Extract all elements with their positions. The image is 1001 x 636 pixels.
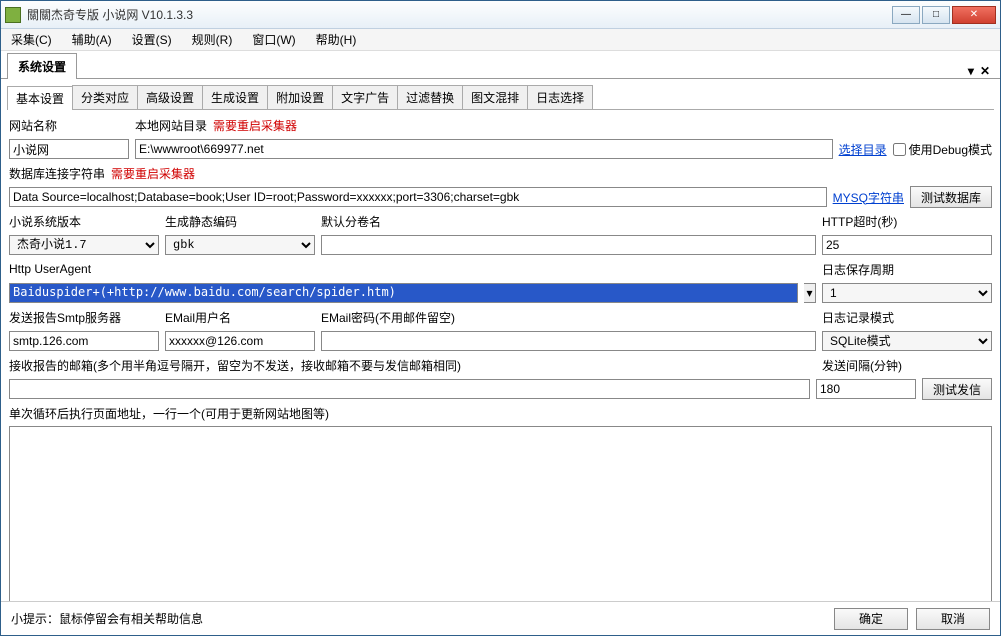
subtab-log[interactable]: 日志选择 (527, 85, 593, 109)
label-restart1: 需要重启采集器 (213, 117, 297, 134)
debug-mode-input[interactable] (893, 143, 906, 156)
subtab-basic[interactable]: 基本设置 (7, 86, 73, 110)
debug-mode-checkbox[interactable]: 使用Debug模式 (893, 141, 992, 158)
debug-mode-label: 使用Debug模式 (909, 141, 992, 158)
menu-window[interactable]: 窗口(W) (248, 29, 299, 50)
select-dir-link[interactable]: 选择目录 (839, 141, 887, 158)
label-email-user: EMail用户名 (165, 309, 315, 326)
label-db-conn: 数据库连接字符串 (9, 165, 105, 182)
test-db-button[interactable]: 测试数据库 (910, 186, 992, 208)
ok-button[interactable]: 确定 (834, 608, 908, 630)
test-send-button[interactable]: 测试发信 (922, 378, 992, 400)
menu-bar: 采集(C) 辅助(A) 设置(S) 规则(R) 窗口(W) 帮助(H) (1, 29, 1000, 51)
close-button[interactable]: ✕ (952, 6, 996, 24)
subtab-textad[interactable]: 文字广告 (332, 85, 398, 109)
label-recv-mail: 接收报告的邮箱(多个用半角逗号隔开，留空为不发送，接收邮箱不要与发信邮箱相同) (9, 359, 461, 373)
label-email-pass: EMail密码(不用邮件留空) (321, 309, 816, 326)
local-dir-input[interactable] (135, 139, 833, 159)
menu-assist[interactable]: 辅助(A) (68, 29, 116, 50)
maximize-button[interactable]: □ (922, 6, 950, 24)
label-gen-enc: 生成静态编码 (165, 213, 315, 230)
cancel-button[interactable]: 取消 (916, 608, 990, 630)
recv-mail-input[interactable] (9, 379, 810, 399)
label-restart2: 需要重启采集器 (111, 165, 195, 182)
label-smtp: 发送报告Smtp服务器 (9, 309, 159, 326)
app-window: 關關杰奇专版 小说网 V10.1.3.3 — □ ✕ 采集(C) 辅助(A) 设… (0, 0, 1001, 636)
smtp-input[interactable] (9, 331, 159, 351)
label-send-interval: 发送间隔(分钟) (822, 359, 902, 373)
bottom-bar: 小提示：鼠标停留会有相关帮助信息 确定 取消 (1, 601, 1000, 635)
label-local-dir: 本地网站目录 (135, 117, 207, 134)
label-http-timeout: HTTP超时(秒) (822, 213, 992, 230)
site-name-input[interactable] (9, 139, 129, 159)
main-tabstrip: 系统设置 ▾ ✕ (1, 53, 1000, 79)
log-mode-select[interactable]: SQLite模式 (822, 331, 992, 351)
email-user-input[interactable] (165, 331, 315, 351)
label-def-vol: 默认分卷名 (321, 213, 816, 230)
subtab-addon[interactable]: 附加设置 (267, 85, 333, 109)
window-buttons: — □ ✕ (892, 6, 996, 24)
label-site-name: 网站名称 (9, 117, 129, 134)
label-loop-url: 单次循环后执行页面地址，一行一个(可用于更新网站地图等) (9, 405, 329, 422)
settings-form: 网站名称 本地网站目录 需要重启采集器 选择目录 (7, 110, 994, 601)
menu-collect[interactable]: 采集(C) (7, 29, 56, 50)
tab-close-icon[interactable]: ✕ (980, 64, 990, 78)
http-timeout-input[interactable] (822, 235, 992, 255)
label-sys-ver: 小说系统版本 (9, 213, 159, 230)
mysql-string-link[interactable]: MYSQ字符串 (833, 189, 904, 206)
menu-settings[interactable]: 设置(S) (128, 29, 176, 50)
label-log-mode: 日志记录模式 (822, 309, 992, 326)
hint-text: 小提示：鼠标停留会有相关帮助信息 (11, 610, 826, 627)
label-log-keep: 日志保存周期 (822, 263, 894, 277)
menu-help[interactable]: 帮助(H) (312, 29, 361, 50)
tab-tools: ▾ ✕ (968, 64, 994, 78)
def-vol-input[interactable] (321, 235, 816, 255)
window-title: 關關杰奇专版 小说网 V10.1.3.3 (27, 6, 892, 23)
email-pass-input[interactable] (321, 331, 816, 351)
subtab-imagetext[interactable]: 图文混排 (462, 85, 528, 109)
send-interval-input[interactable] (816, 379, 916, 399)
label-user-agent: Http UserAgent (9, 262, 91, 276)
subtab-filter[interactable]: 过滤替换 (397, 85, 463, 109)
menu-rules[interactable]: 规则(R) (188, 29, 237, 50)
sys-ver-select[interactable]: 杰奇小说1.7 (9, 235, 159, 255)
subtab-generate[interactable]: 生成设置 (202, 85, 268, 109)
subtab-advanced[interactable]: 高级设置 (137, 85, 203, 109)
log-keep-select[interactable]: 1 (822, 283, 992, 303)
db-conn-input[interactable] (9, 187, 827, 207)
titlebar: 關關杰奇专版 小说网 V10.1.3.3 — □ ✕ (1, 1, 1000, 29)
gen-enc-select[interactable]: gbk (165, 235, 315, 255)
app-icon (5, 7, 21, 23)
user-agent-input[interactable]: Baiduspider+(+http://www.baidu.com/searc… (9, 283, 798, 303)
sub-tabstrip: 基本设置 分类对应 高级设置 生成设置 附加设置 文字广告 过滤替换 图文混排 … (7, 85, 994, 110)
minimize-button[interactable]: — (892, 6, 920, 24)
tab-system-settings[interactable]: 系统设置 (7, 53, 77, 79)
tab-menu-icon[interactable]: ▾ (968, 64, 974, 78)
loop-url-textarea[interactable] (9, 426, 992, 601)
content-panel: 基本设置 分类对应 高级设置 生成设置 附加设置 文字广告 过滤替换 图文混排 … (1, 79, 1000, 601)
user-agent-dropdown-icon[interactable]: ▾ (804, 283, 816, 303)
subtab-category[interactable]: 分类对应 (72, 85, 138, 109)
